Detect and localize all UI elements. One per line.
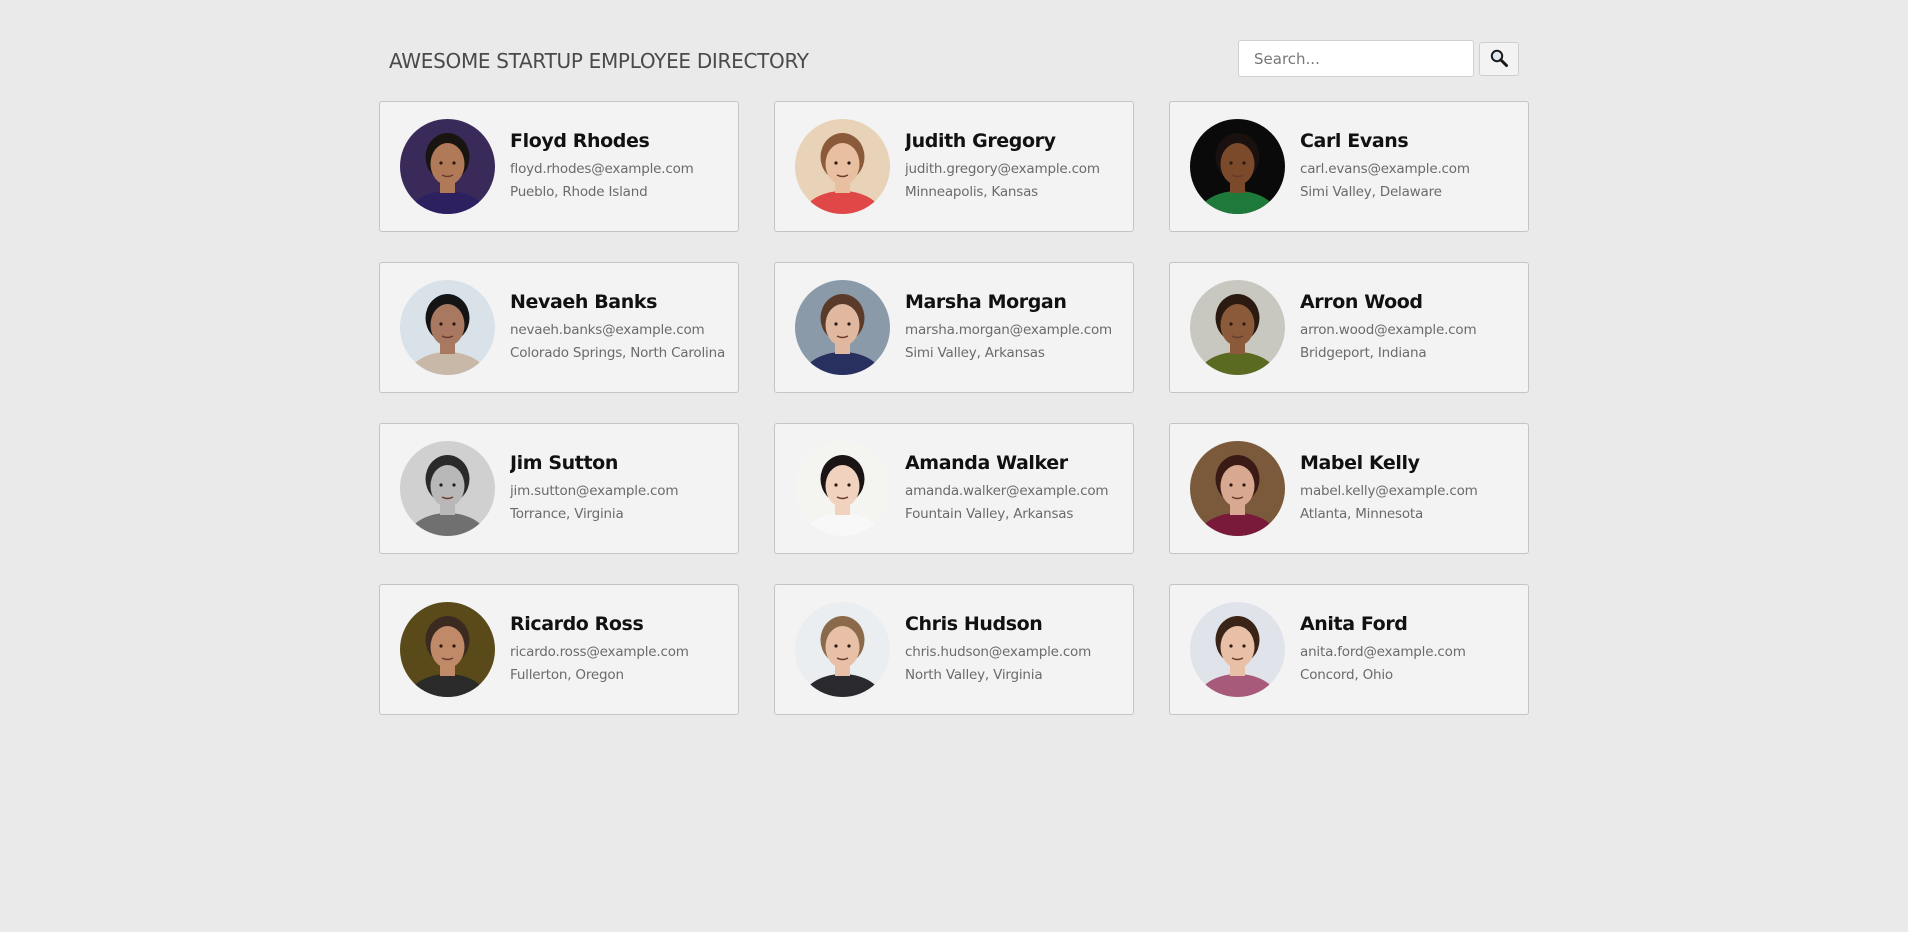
employee-card[interactable]: Judith Gregory judith.gregory@example.com… (774, 101, 1134, 232)
employee-email: nevaeh.banks@example.com (510, 322, 705, 338)
employee-directory-page: AWESOME STARTUP EMPLOYEE DIRECTORY Floyd… (0, 0, 1908, 932)
employee-location: Simi Valley, Delaware (1300, 184, 1442, 200)
employee-card[interactable]: Arron Wood arron.wood@example.com Bridgepo… (1169, 262, 1529, 393)
employee-avatar (1190, 119, 1285, 214)
employee-avatar (400, 441, 495, 536)
employee-info: Mabel Kelly mabel.kelly@example.com Atlant… (1300, 451, 1478, 526)
employee-avatar (795, 119, 890, 214)
employee-location: North Valley, Virginia (905, 667, 1043, 683)
employee-location: Simi Valley, Arkansas (905, 345, 1045, 361)
employee-email: chris.hudson@example.com (905, 644, 1092, 660)
employee-info: Judith Gregory judith.gregory@example.com… (905, 129, 1100, 204)
employee-name: Nevaeh Banks (510, 291, 657, 313)
employee-card[interactable]: Nevaeh Banks nevaeh.banks@example.com Colo… (379, 262, 739, 393)
employee-avatar (400, 602, 495, 697)
employee-card[interactable]: Anita Ford anita.ford@example.com Concord,… (1169, 584, 1529, 715)
magnifying-glass-icon (1489, 48, 1509, 71)
employee-name: Jim Sutton (510, 452, 618, 474)
employee-name: Chris Hudson (905, 613, 1043, 635)
employee-card[interactable]: Amanda Walker amanda.walker@example.com Fo… (774, 423, 1134, 554)
employee-name: Carl Evans (1300, 130, 1409, 152)
employee-name: Ricardo Ross (510, 613, 644, 635)
employee-card[interactable]: Floyd Rhodes floyd.rhodes@example.com Pueb… (379, 101, 739, 232)
employee-location: Bridgeport, Indiana (1300, 345, 1427, 361)
employee-email: ricardo.ross@example.com (510, 644, 689, 660)
employee-name: Judith Gregory (905, 130, 1056, 152)
employee-avatar (795, 602, 890, 697)
employee-card[interactable]: Ricardo Ross ricardo.ross@example.com Full… (379, 584, 739, 715)
page-title: AWESOME STARTUP EMPLOYEE DIRECTORY (389, 49, 809, 73)
employee-location: Fountain Valley, Arkansas (905, 506, 1074, 522)
employee-avatar (795, 280, 890, 375)
search-input[interactable] (1238, 40, 1474, 77)
employee-location: Concord, Ohio (1300, 667, 1393, 683)
employee-card[interactable]: Carl Evans carl.evans@example.com Simi Val… (1169, 101, 1529, 232)
employee-card[interactable]: Marsha Morgan marsha.morgan@example.com Si… (774, 262, 1134, 393)
employee-card[interactable]: Jim Sutton jim.sutton@example.com Torrance… (379, 423, 739, 554)
employee-name: Mabel Kelly (1300, 452, 1420, 474)
employee-avatar (1190, 280, 1285, 375)
employee-name: Anita Ford (1300, 613, 1408, 635)
employee-email: mabel.kelly@example.com (1300, 483, 1478, 499)
employee-location: Colorado Springs, North Carolina (510, 345, 726, 361)
employee-info: Amanda Walker amanda.walker@example.com Fo… (905, 451, 1108, 526)
employee-location: Torrance, Virginia (510, 506, 624, 522)
employee-info: Jim Sutton jim.sutton@example.com Torrance… (510, 451, 678, 526)
employee-info: Carl Evans carl.evans@example.com Simi Val… (1300, 129, 1470, 204)
employee-name: Marsha Morgan (905, 291, 1067, 313)
employee-card[interactable]: Mabel Kelly mabel.kelly@example.com Atlant… (1169, 423, 1529, 554)
employee-gallery: Floyd Rhodes floyd.rhodes@example.com Pueb… (379, 101, 1529, 715)
employee-avatar (1190, 602, 1285, 697)
employee-info: Anita Ford anita.ford@example.com Concord,… (1300, 612, 1466, 687)
employee-location: Pueblo, Rhode Island (510, 184, 648, 200)
employee-card[interactable]: Chris Hudson chris.hudson@example.com Nort… (774, 584, 1134, 715)
employee-location: Atlanta, Minnesota (1300, 506, 1424, 522)
employee-email: carl.evans@example.com (1300, 161, 1470, 177)
employee-info: Arron Wood arron.wood@example.com Bridgepo… (1300, 290, 1476, 365)
employee-info: Marsha Morgan marsha.morgan@example.com Si… (905, 290, 1112, 365)
employee-avatar (400, 280, 495, 375)
employee-email: jim.sutton@example.com (510, 483, 679, 499)
employee-email: arron.wood@example.com (1300, 322, 1477, 338)
employee-avatar (400, 119, 495, 214)
employee-info: Floyd Rhodes floyd.rhodes@example.com Pueb… (510, 129, 694, 204)
employee-info: Ricardo Ross ricardo.ross@example.com Full… (510, 612, 689, 687)
employee-email: floyd.rhodes@example.com (510, 161, 694, 177)
employee-info: Nevaeh Banks nevaeh.banks@example.com Colo… (510, 290, 725, 365)
employee-email: judith.gregory@example.com (905, 161, 1100, 177)
employee-email: amanda.walker@example.com (905, 483, 1109, 499)
employee-name: Floyd Rhodes (510, 130, 650, 152)
employee-email: anita.ford@example.com (1300, 644, 1466, 660)
employee-info: Chris Hudson chris.hudson@example.com Nort… (905, 612, 1091, 687)
employee-location: Minneapolis, Kansas (905, 184, 1039, 200)
search-button[interactable] (1479, 42, 1519, 76)
employee-email: marsha.morgan@example.com (905, 322, 1112, 338)
employee-location: Fullerton, Oregon (510, 667, 624, 683)
employee-avatar (1190, 441, 1285, 536)
employee-name: Amanda Walker (905, 452, 1068, 474)
employee-name: Arron Wood (1300, 291, 1423, 313)
employee-avatar (795, 441, 890, 536)
